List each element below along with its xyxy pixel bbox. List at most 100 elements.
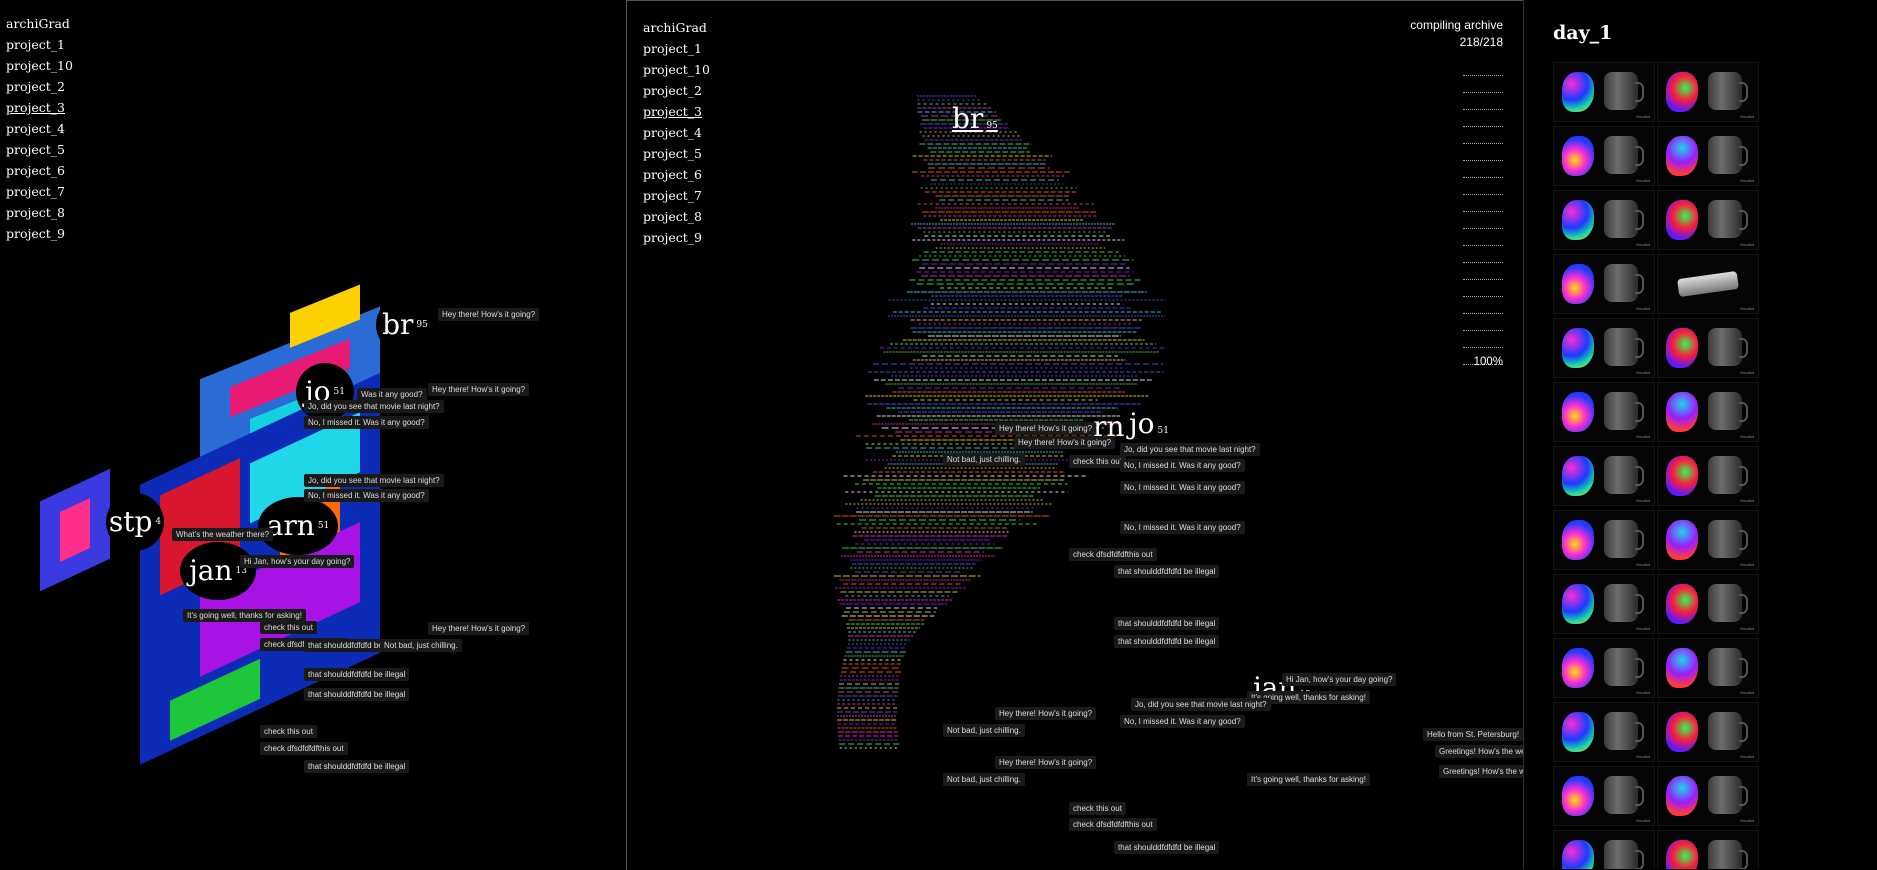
user-node-arn[interactable]: arn 51 — [258, 497, 338, 555]
mug-render-thumbnail — [1708, 712, 1748, 750]
thumbnail[interactable]: Houdini — [1657, 254, 1759, 314]
pattern-thumbnail — [1666, 136, 1698, 176]
thumbnail[interactable]: Houdini — [1553, 190, 1655, 250]
chat-message: Not bad, just chilling. — [943, 724, 1025, 737]
chat-message: check dfsdfdfdfthis out — [1069, 818, 1157, 831]
nav-item-project-2[interactable]: project_2 — [643, 80, 710, 101]
thumbnail[interactable]: Houdini — [1657, 446, 1759, 506]
nav-item-archigrad[interactable]: archiGrad — [6, 13, 73, 34]
pattern-thumbnail — [1562, 456, 1594, 496]
progress-tick — [1463, 212, 1503, 229]
nav-item-project-7[interactable]: project_7 — [643, 185, 710, 206]
thumbnail[interactable]: Houdini — [1553, 446, 1655, 506]
thumbnail[interactable]: Houdini — [1553, 702, 1655, 762]
chat-message: What's the weather there? — [172, 528, 274, 541]
thumbnail[interactable]: Houdini — [1657, 190, 1759, 250]
user-node-br[interactable]: br 95 — [376, 296, 434, 354]
progress-tick — [1463, 178, 1503, 195]
thumbnail[interactable]: Houdini — [1553, 382, 1655, 442]
mug-render-thumbnail — [1604, 584, 1644, 622]
user-node-jan[interactable]: jan13 — [180, 542, 256, 600]
nav-item-project-3[interactable]: project_3 — [6, 97, 73, 118]
nav-item-project-7[interactable]: project_7 — [6, 181, 73, 202]
thumbnail[interactable]: Houdini — [1657, 62, 1759, 122]
nav-item-project-10[interactable]: project_10 — [643, 59, 710, 80]
progress-percent: 100% — [1473, 356, 1503, 368]
nav-item-project-9[interactable]: project_9 — [6, 223, 73, 244]
thumbnail[interactable]: Houdini — [1553, 126, 1655, 186]
chat-message: Hey there! How's it going? — [428, 622, 530, 635]
thumbnail[interactable]: Houdini — [1657, 638, 1759, 698]
nav-item-project-1[interactable]: project_1 — [6, 34, 73, 55]
chat-message: Jo, did you see that movie last night? — [1120, 443, 1260, 456]
thumbnail-caption: Houdini — [1636, 818, 1650, 823]
thumbnail-caption: Houdini — [1636, 754, 1650, 759]
thumbnail[interactable]: Houdini — [1657, 830, 1759, 869]
chat-message: that shoulddfdfdfd be illegal — [304, 760, 410, 773]
pattern-thumbnail — [1666, 840, 1698, 869]
nav-item-project-8[interactable]: project_8 — [6, 202, 73, 223]
nav-item-project-5[interactable]: project_5 — [643, 143, 710, 164]
thumbnail-caption: Houdini — [1740, 626, 1754, 631]
node-count: 51 — [317, 520, 330, 531]
chat-message: No, I missed it. Was it any good? — [304, 489, 429, 502]
node-label: br — [952, 102, 984, 135]
progress-tick — [1463, 263, 1503, 280]
pattern-thumbnail — [1562, 136, 1594, 176]
thumbnail[interactable]: Houdini — [1553, 638, 1655, 698]
progress-tick — [1463, 195, 1503, 212]
thumbnail[interactable]: Houdini — [1553, 318, 1655, 378]
nav-item-project-4[interactable]: project_4 — [6, 118, 73, 139]
thumbnail[interactable]: Houdini — [1657, 766, 1759, 826]
chat-message: It's going well, thanks for asking! — [1247, 773, 1370, 786]
nav-item-archigrad[interactable]: archiGrad — [643, 17, 710, 38]
nav-item-project-6[interactable]: project_6 — [643, 164, 710, 185]
nav-item-project-3[interactable]: project_3 — [643, 101, 710, 122]
progress-tick — [1463, 246, 1503, 263]
thumbnail-caption: Houdini — [1636, 626, 1650, 631]
thumbnail[interactable]: Houdini — [1553, 766, 1655, 826]
thumbnail[interactable]: Houdini — [1553, 830, 1655, 869]
user-node-jo[interactable]: jo 51 — [1129, 410, 1169, 438]
thumbnail[interactable]: Houdini — [1657, 702, 1759, 762]
pattern-thumbnail — [1562, 392, 1594, 432]
chat-message: Hey there! How's it going? — [428, 383, 530, 396]
user-node-stp[interactable]: stp 4 — [106, 493, 164, 551]
thumbnail[interactable]: Houdini — [1657, 574, 1759, 634]
thumbnail[interactable]: Houdini — [1657, 318, 1759, 378]
nav-item-project-6[interactable]: project_6 — [6, 160, 73, 181]
progress-tick — [1463, 314, 1503, 331]
thumbnail[interactable]: Houdini — [1657, 382, 1759, 442]
pattern-thumbnail — [1666, 200, 1698, 240]
progress-tick — [1463, 76, 1503, 93]
node-count: 95 — [986, 121, 998, 131]
progress-tick — [1463, 127, 1503, 144]
thumbnail[interactable]: Houdini — [1553, 510, 1655, 570]
thumbnail-caption: Houdini — [1740, 690, 1754, 695]
thumbnail[interactable]: Houdini — [1553, 254, 1655, 314]
thumbnail-caption: Houdini — [1636, 690, 1650, 695]
mug-render-thumbnail — [1604, 200, 1644, 238]
nav-item-project-1[interactable]: project_1 — [643, 38, 710, 59]
thumbnail[interactable]: Houdini — [1553, 574, 1655, 634]
user-node-br[interactable]: br 95 — [952, 105, 998, 133]
mug-render-thumbnail — [1708, 776, 1748, 814]
chat-message: No, I missed it. Was it any good? — [1120, 459, 1245, 472]
progress-tick — [1463, 331, 1503, 348]
left-panel: archiGrad project_1 project_10 project_2… — [0, 0, 625, 869]
thumbnail[interactable]: Houdini — [1553, 62, 1655, 122]
thumbnail[interactable]: Houdini — [1657, 126, 1759, 186]
thumbnail-caption: Houdini — [1740, 242, 1754, 247]
thumbnail[interactable]: Houdini — [1657, 510, 1759, 570]
mug-render-thumbnail — [1708, 392, 1748, 430]
nav-item-project-2[interactable]: project_2 — [6, 76, 73, 97]
nav-item-project-5[interactable]: project_5 — [6, 139, 73, 160]
mug-render-thumbnail — [1604, 264, 1644, 302]
nav-item-project-8[interactable]: project_8 — [643, 206, 710, 227]
nav-item-project-9[interactable]: project_9 — [643, 227, 710, 248]
thumbnail-caption: Houdini — [1740, 754, 1754, 759]
nav-item-project-4[interactable]: project_4 — [643, 122, 710, 143]
nav-item-project-10[interactable]: project_10 — [6, 55, 73, 76]
thumbnail-caption: Houdini — [1636, 498, 1650, 503]
middle-panel: archiGrad project_1 project_10 project_2… — [626, 0, 1523, 870]
